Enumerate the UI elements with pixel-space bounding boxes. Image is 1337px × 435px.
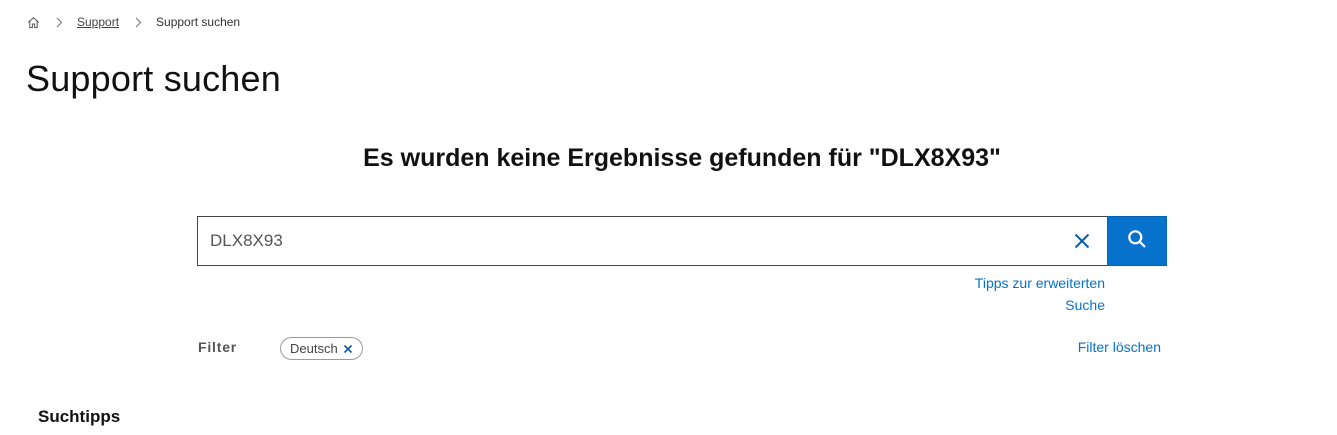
home-icon[interactable] [26, 15, 40, 29]
filter-chip-label: Deutsch [290, 341, 338, 356]
search-tips-heading: Suchtipps [38, 407, 121, 426]
advanced-tips-line1: Tipps zur erweiterten [974, 275, 1105, 291]
chevron-right-icon [132, 16, 144, 28]
page-title: Support suchen [26, 58, 281, 99]
page: Support Support suchen Support suchen Es… [0, 0, 1337, 435]
advanced-search-tips-link[interactable]: Tipps zur erweiterten Suche [925, 272, 1105, 316]
search-button[interactable] [1107, 216, 1167, 266]
breadcrumb: Support Support suchen [26, 13, 240, 31]
close-icon[interactable] [1069, 228, 1095, 254]
chevron-right-icon [53, 16, 65, 28]
advanced-tips-line2: Suche [1065, 297, 1105, 313]
no-results-heading: Es wurden keine Ergebnisse gefunden für … [363, 144, 1001, 172]
clear-filters-link[interactable]: Filter löschen [1078, 339, 1161, 355]
filter-label: Filter [198, 339, 238, 355]
search-icon [1127, 229, 1147, 254]
close-icon[interactable] [342, 343, 354, 355]
search-bar [197, 216, 1167, 266]
breadcrumb-link-support[interactable]: Support [77, 15, 119, 29]
filter-chip-deutsch[interactable]: Deutsch [280, 337, 363, 360]
search-input[interactable] [210, 217, 1069, 265]
search-box [197, 216, 1107, 266]
breadcrumb-current: Support suchen [156, 15, 241, 29]
